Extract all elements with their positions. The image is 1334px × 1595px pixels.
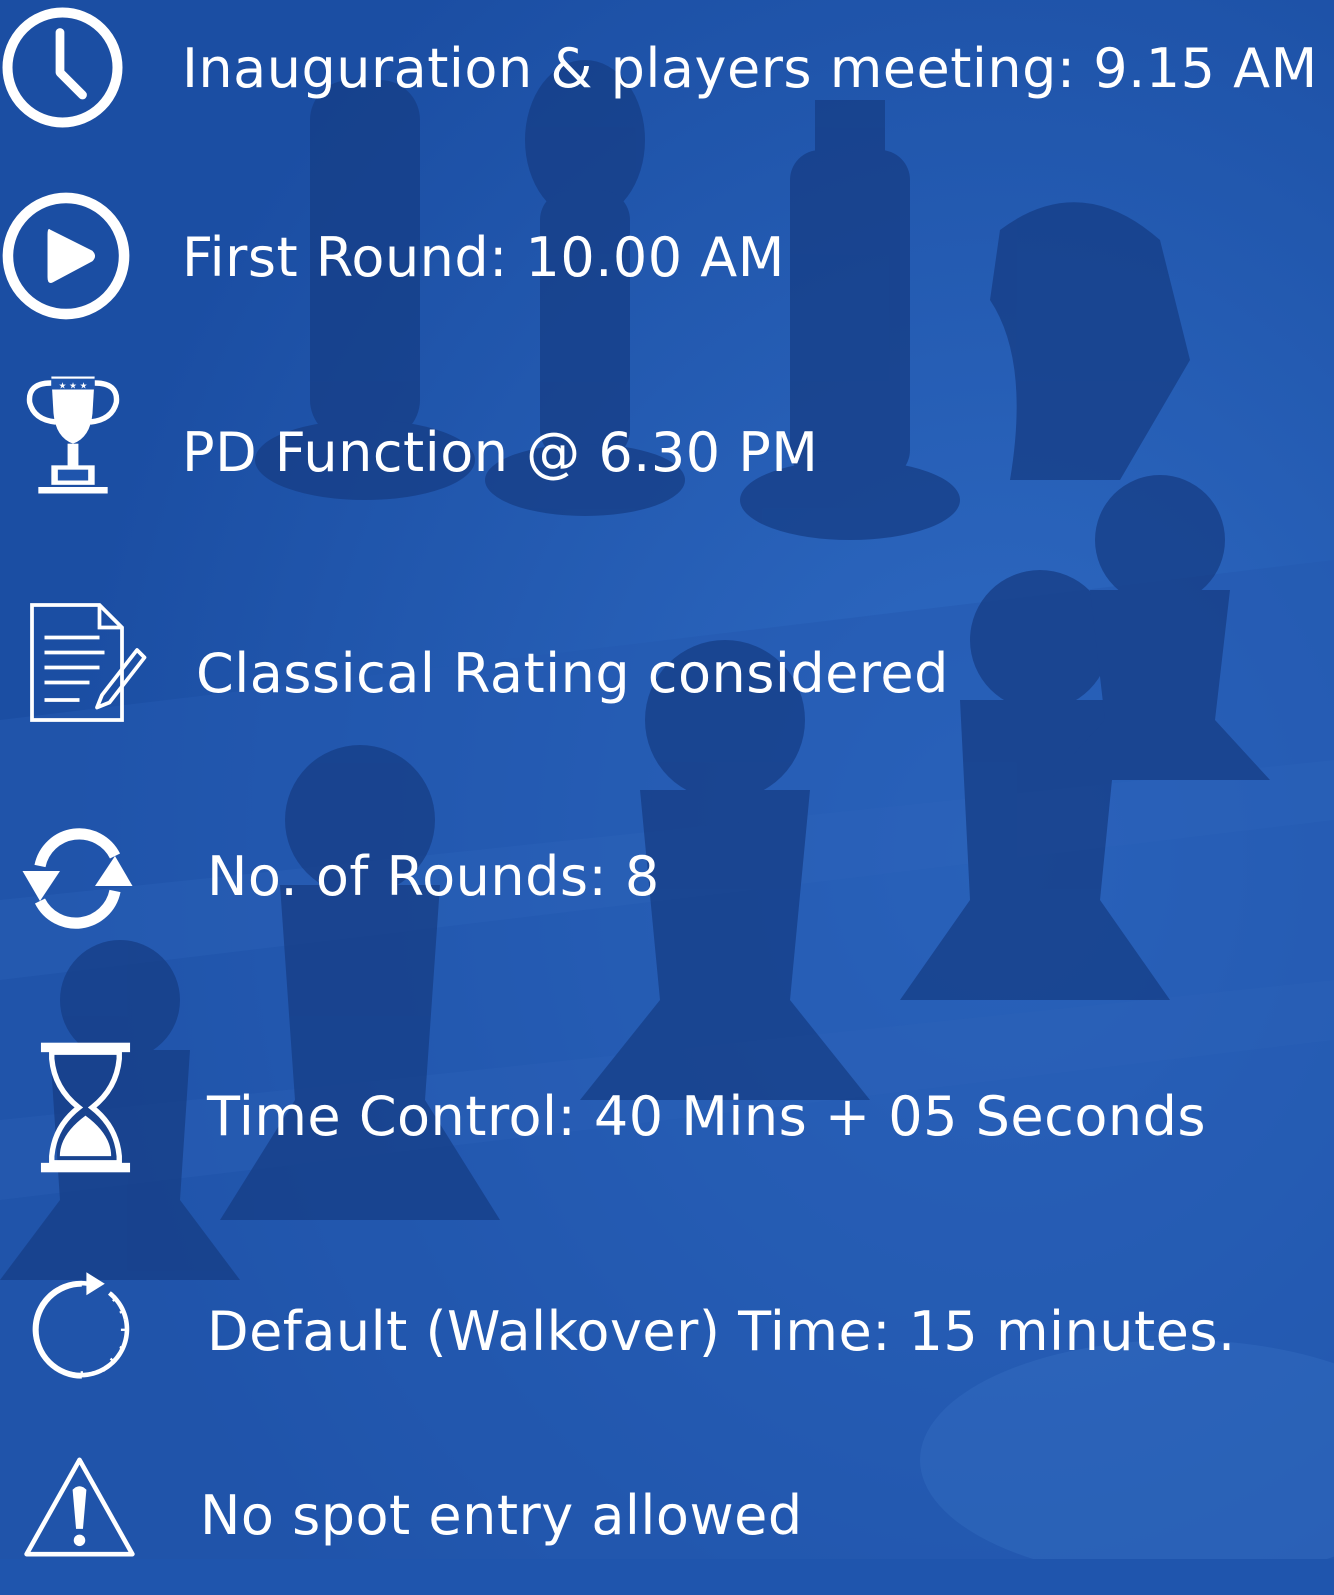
play-icon [0, 190, 132, 322]
refresh-icon [10, 816, 145, 941]
warning-icon [22, 1455, 137, 1559]
schedule-item-default-time: Default (Walkover) Time: 15 minutes. [0, 1265, 1334, 1405]
timer-icon [22, 1265, 137, 1390]
trophy-icon: ★ ★ ★ [18, 370, 128, 500]
item-text: Classical Rating considered [196, 642, 949, 705]
item-text: First Round: 10.00 AM [182, 226, 785, 289]
hourglass-icon [38, 1040, 133, 1175]
clock-icon [0, 5, 125, 130]
svg-text:★ ★ ★: ★ ★ ★ [59, 381, 88, 391]
document-pen-icon [22, 600, 147, 725]
schedule-item-spot-entry: No spot entry allowed [0, 1455, 1334, 1595]
item-text: Inauguration & players meeting: 9.15 AM [182, 37, 1318, 100]
schedule-item-rounds: No. of Rounds: 8 [0, 810, 1334, 950]
schedule-item-pd-function: ★ ★ ★ PD Function @ 6.30 PM [0, 370, 1334, 510]
schedule-item-first-round: First Round: 10.00 AM [0, 185, 1334, 325]
item-text: No. of Rounds: 8 [207, 845, 660, 908]
item-text: Time Control: 40 Mins + 05 Seconds [207, 1085, 1207, 1148]
item-text: No spot entry allowed [200, 1484, 803, 1547]
item-text: PD Function @ 6.30 PM [182, 421, 819, 484]
schedule-item-rating: Classical Rating considered [0, 595, 1334, 735]
schedule-item-inauguration: Inauguration & players meeting: 9.15 AM [0, 0, 1334, 140]
item-text: Default (Walkover) Time: 15 minutes. [207, 1300, 1236, 1363]
schedule-item-time-control: Time Control: 40 Mins + 05 Seconds [0, 1040, 1334, 1180]
